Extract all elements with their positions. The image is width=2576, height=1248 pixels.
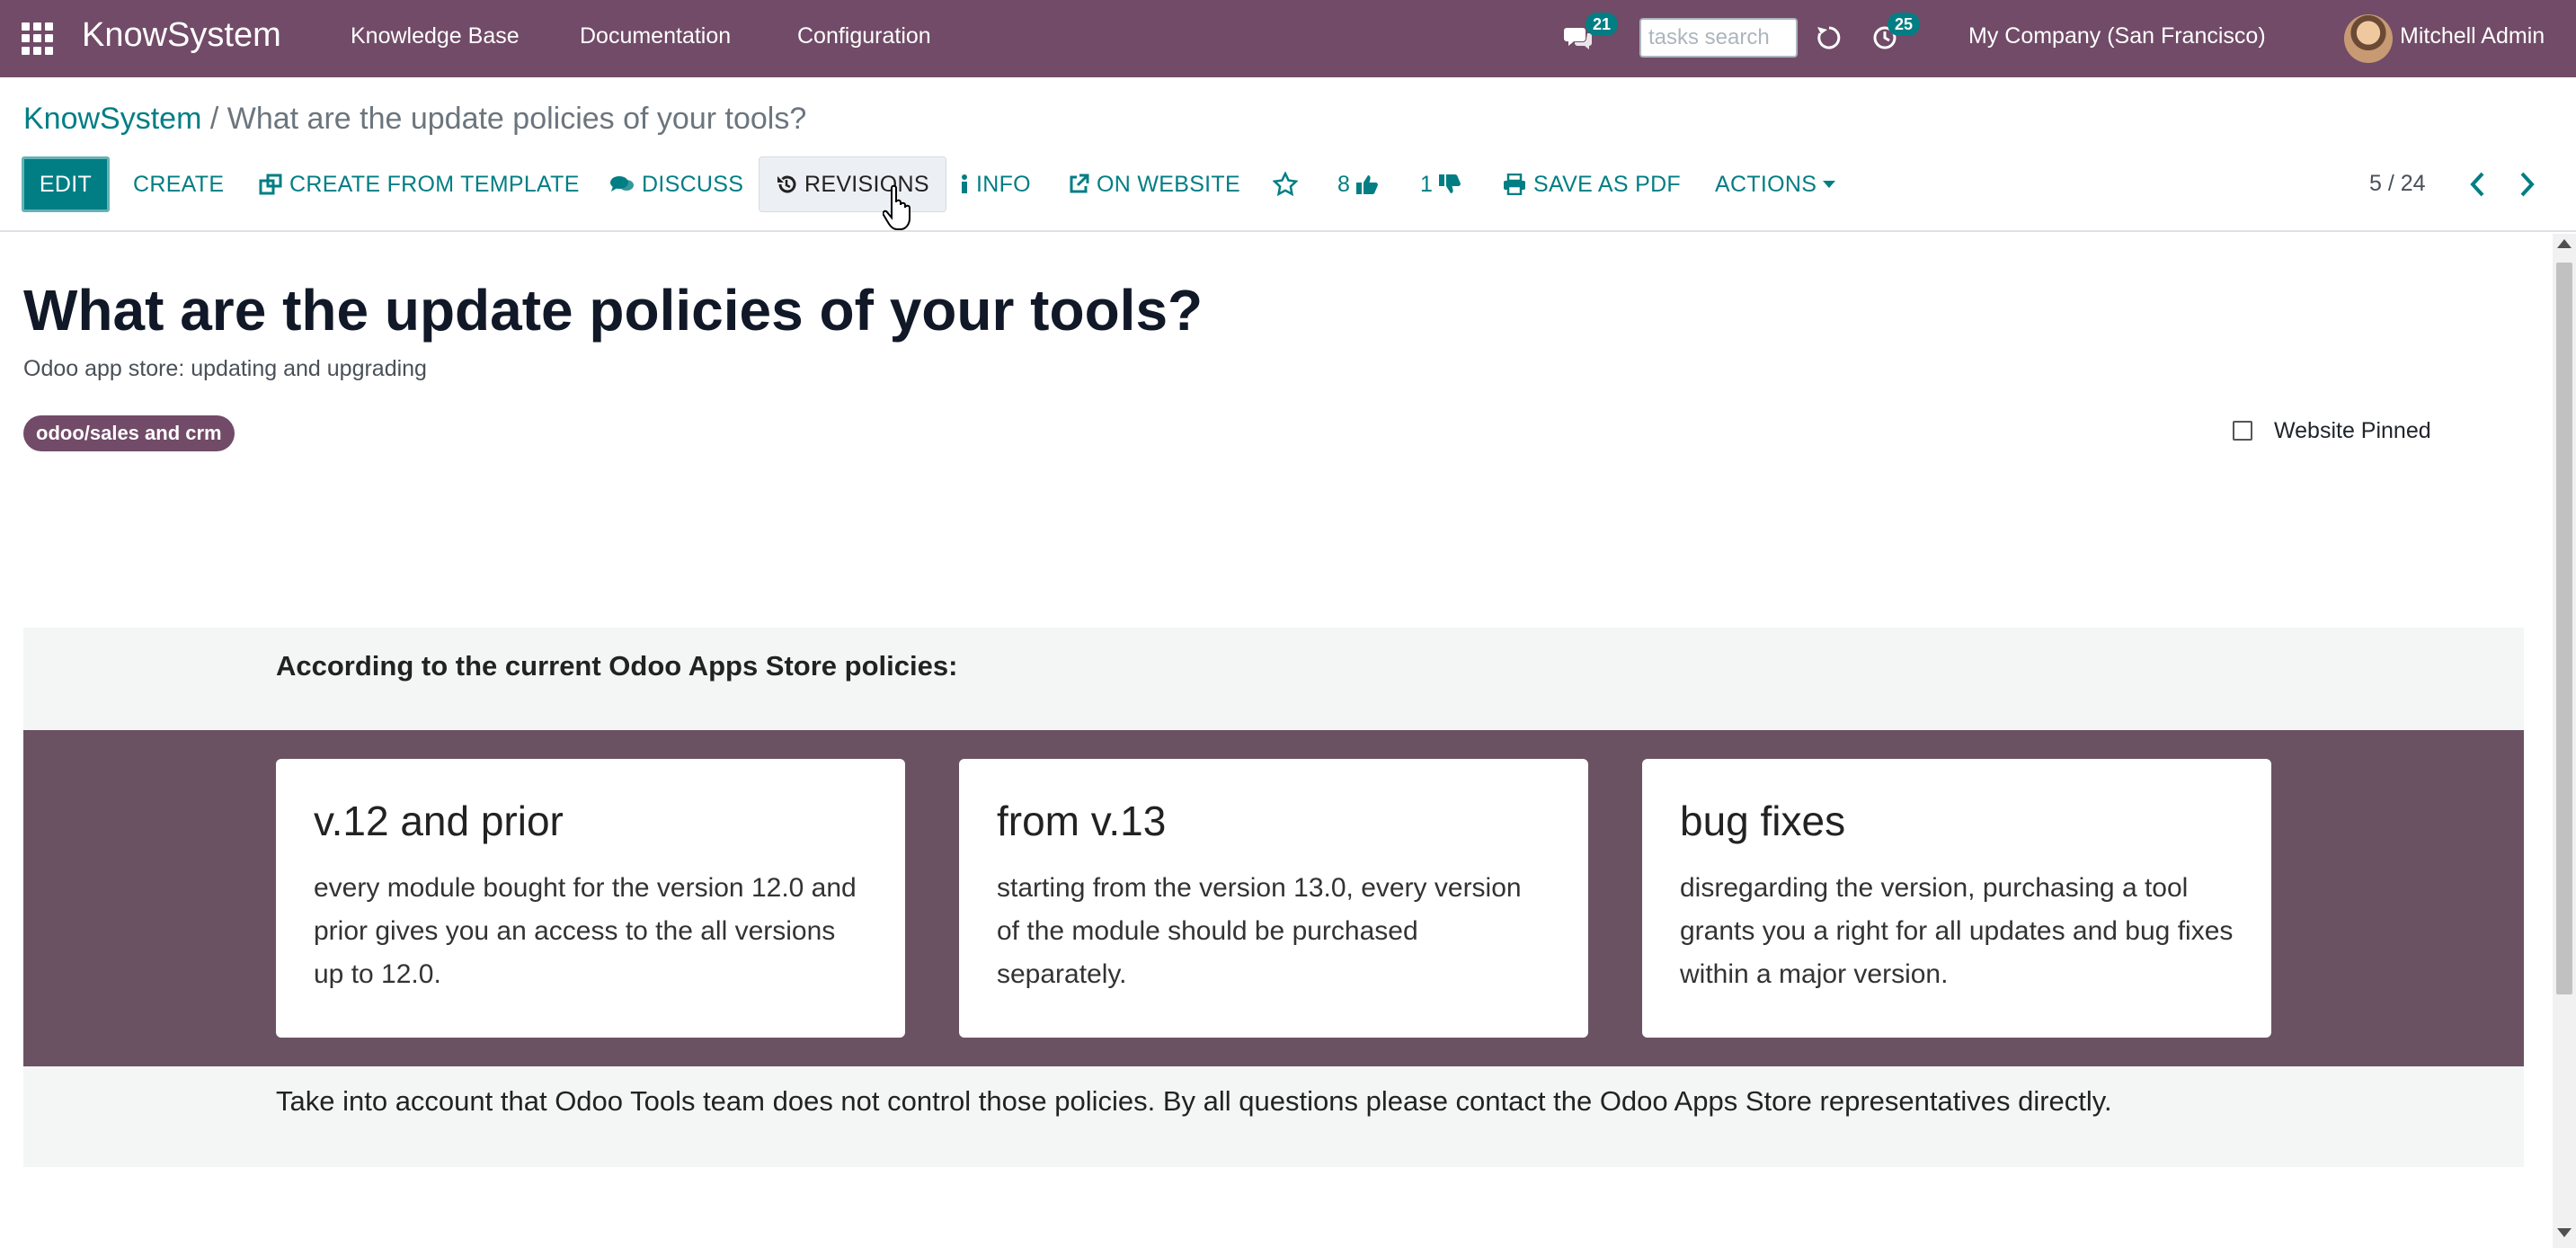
discuss-label: DISCUSS — [642, 171, 744, 197]
app-brand[interactable]: KnowSystem — [82, 16, 281, 55]
save-as-pdf-button[interactable]: SAVE AS PDF — [1503, 156, 1681, 212]
control-panel-toolbar: EDIT CREATE CREATE FROM TEMPLATE DISCUSS… — [0, 156, 2576, 212]
on-website-button[interactable]: ON WEBSITE — [1068, 156, 1240, 212]
actions-dropdown[interactable]: ACTIONS — [1715, 156, 1836, 212]
pager-previous-icon[interactable] — [2466, 169, 2488, 200]
breadcrumb-parent-link[interactable]: KnowSystem — [23, 102, 201, 136]
pager-value[interactable]: 5 / 24 — [2369, 171, 2426, 197]
discuss-button[interactable]: DISCUSS — [609, 156, 743, 212]
hand-pointer-cursor-icon — [883, 184, 910, 230]
activities-count-badge: 25 — [1888, 13, 1921, 36]
policy-card-text: starting from the version 13.0, every ve… — [997, 873, 1522, 989]
policy-card-title: v.12 and prior — [314, 798, 564, 844]
info-button[interactable]: INFO — [960, 156, 1031, 212]
comments-icon — [610, 176, 634, 192]
save-as-pdf-label: SAVE AS PDF — [1533, 171, 1682, 197]
caret-down-icon — [1823, 181, 1836, 188]
user-menu[interactable]: Mitchell Admin — [2400, 23, 2545, 49]
section-tag[interactable]: odoo/sales and crm — [23, 415, 235, 451]
print-icon — [1504, 174, 1525, 195]
footer-note: Take into account that Odoo Tools team d… — [276, 1085, 2112, 1117]
website-pinned-checkbox[interactable] — [2233, 421, 2252, 441]
create-button-label: CREATE — [133, 171, 225, 197]
scroll-up-arrow[interactable] — [2557, 239, 2572, 248]
like-button[interactable]: 8 — [1337, 156, 1386, 212]
info-icon — [962, 174, 967, 193]
revisions-button[interactable]: REVISIONS — [759, 156, 946, 212]
likes-count: 8 — [1337, 171, 1351, 197]
messages-count-badge: 21 — [1586, 13, 1619, 36]
star-icon — [1273, 172, 1298, 197]
breadcrumb-separator: / — [201, 102, 227, 136]
on-website-label: ON WEBSITE — [1097, 171, 1240, 197]
pager-next-icon[interactable] — [2517, 169, 2538, 200]
template-icon — [259, 174, 282, 195]
edit-button[interactable]: EDIT — [22, 156, 110, 212]
menu-knowledge-base[interactable]: Knowledge Base — [351, 23, 520, 49]
article-title: What are the update policies of your too… — [23, 278, 1204, 343]
dislikes-count: 1 — [1420, 171, 1434, 197]
actions-label: ACTIONS — [1715, 171, 1817, 197]
menu-documentation[interactable]: Documentation — [580, 23, 731, 49]
top-navbar: KnowSystem Knowledge Base Documentation … — [0, 0, 2576, 77]
external-link-icon — [1070, 174, 1089, 193]
tasks-search-input[interactable] — [1639, 18, 1798, 58]
user-avatar[interactable] — [2344, 14, 2393, 63]
article-subtitle: Odoo app store: updating and upgrading — [23, 356, 427, 381]
intro-text: According to the current Odoo Apps Store… — [276, 650, 958, 682]
company-switcher[interactable]: My Company (San Francisco) — [1968, 23, 2266, 49]
menu-configuration[interactable]: Configuration — [797, 23, 931, 49]
scroll-down-arrow[interactable] — [2557, 1228, 2572, 1237]
policy-card: v.12 and prior every module bought for t… — [276, 759, 905, 1038]
create-from-template-button[interactable]: CREATE FROM TEMPLATE — [259, 156, 580, 212]
breadcrumb-current: What are the update policies of your too… — [227, 102, 807, 136]
policy-card-text: every module bought for the version 12.0… — [314, 873, 857, 989]
policy-card: bug fixes disregarding the version, purc… — [1642, 759, 2271, 1038]
create-from-template-label: CREATE FROM TEMPLATE — [289, 171, 580, 197]
scrollbar-thumb[interactable] — [2556, 263, 2572, 994]
website-pinned-label[interactable]: Website Pinned — [2274, 418, 2431, 444]
favorite-star-button[interactable] — [1273, 156, 1305, 212]
dislike-button[interactable]: 1 — [1420, 156, 1469, 212]
breadcrumb: KnowSystem / What are the update policie… — [23, 102, 806, 137]
history-icon — [777, 175, 796, 193]
policy-card-text: disregarding the version, purchasing a t… — [1680, 873, 2234, 989]
toolbar-divider — [0, 230, 2576, 232]
apps-grid-icon[interactable] — [22, 22, 54, 55]
thumbs-down-icon — [1439, 174, 1461, 193]
create-button[interactable]: CREATE — [133, 156, 224, 212]
edit-button-label: EDIT — [39, 171, 93, 197]
policy-card-title: from v.13 — [997, 798, 1167, 844]
policy-card-title: bug fixes — [1680, 798, 1846, 844]
refresh-icon[interactable] — [1814, 22, 1844, 53]
info-label: INFO — [976, 171, 1031, 197]
thumbs-up-icon — [1356, 175, 1379, 194]
policy-card: from v.13 starting from the version 13.0… — [959, 759, 1588, 1038]
